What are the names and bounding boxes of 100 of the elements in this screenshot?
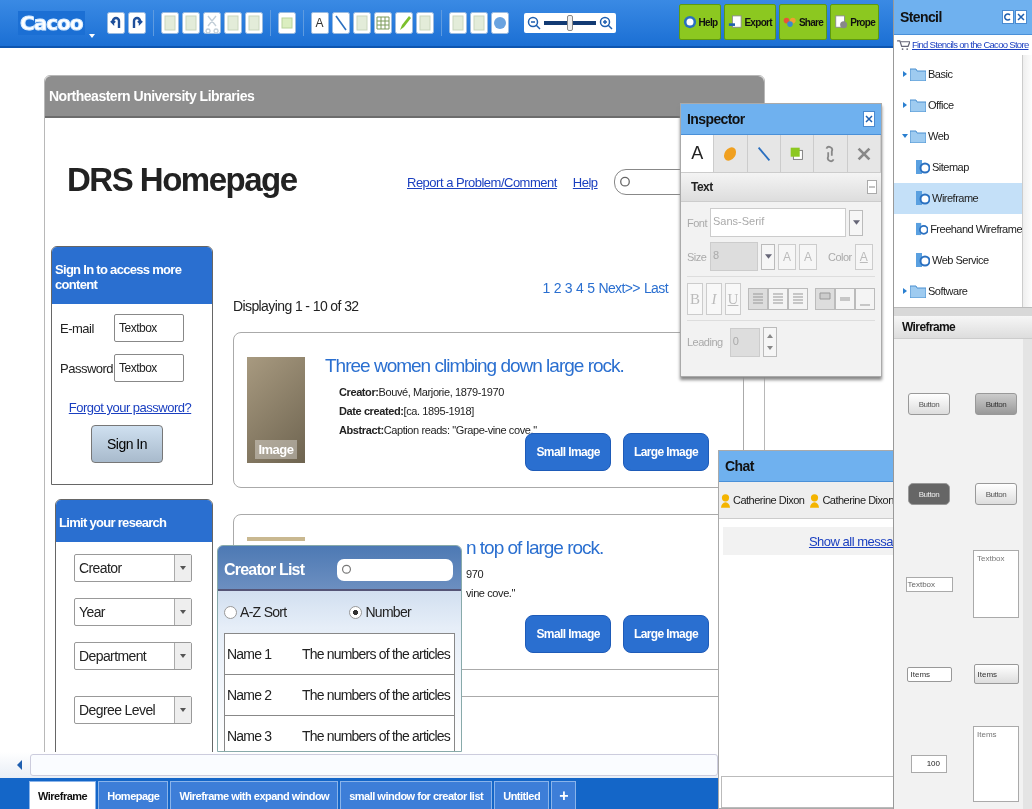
stencil-icon <box>916 191 930 205</box>
image-button[interactable]: Small Image <box>525 433 611 471</box>
forgot-password-link[interactable]: Forgot your password? <box>68 400 192 415</box>
button-shape[interactable]: Button <box>975 483 1017 505</box>
pencil-icon[interactable] <box>394 12 413 34</box>
dropdown-shape[interactable]: Items <box>973 664 1019 684</box>
page-tab[interactable]: Homepage <box>98 781 169 809</box>
page-tab[interactable]: small window for creator list <box>340 781 493 809</box>
shape-icon[interactable] <box>277 12 296 34</box>
refresh-icon[interactable] <box>1002 10 1014 24</box>
window-title: Creator List <box>224 561 305 579</box>
creator-name[interactable]: Name 2 <box>227 687 272 703</box>
dropdown-shape[interactable]: Items <box>906 666 952 682</box>
page-link[interactable]: Help <box>572 174 598 190</box>
zoom-thumb[interactable] <box>566 15 573 31</box>
pagination-link[interactable]: 4 <box>576 280 584 296</box>
search-field[interactable] <box>337 559 453 581</box>
tree-folder[interactable]: Office <box>894 89 1022 121</box>
zoom-in-icon[interactable] <box>598 16 613 30</box>
help-button[interactable]: Help <box>678 4 722 40</box>
spinner-icon[interactable] <box>762 327 777 357</box>
image-button[interactable]: Small Image <box>525 615 611 653</box>
stencil-item[interactable]: Freehand Wireframe <box>894 213 1022 245</box>
stencil-item[interactable]: Web Service <box>894 244 1022 276</box>
dropdown[interactable]: Year <box>74 598 192 626</box>
pagination-link[interactable]: 3 <box>564 280 572 296</box>
creator-name[interactable]: Name 3 <box>227 728 272 744</box>
pagination-link[interactable]: 5 <box>587 280 595 296</box>
page-tab[interactable]: Untitled <box>494 781 550 809</box>
expander-icon[interactable] <box>902 102 908 108</box>
button-shape[interactable]: Button <box>908 393 950 415</box>
sign-in-button[interactable]: Sign In <box>91 425 163 463</box>
expander-icon[interactable] <box>902 71 908 77</box>
page-tab[interactable]: Wireframe <box>29 781 97 809</box>
line-icon[interactable] <box>331 12 350 34</box>
spinner-shape[interactable]: 100 <box>911 755 947 773</box>
input-field[interactable]: Textbox <box>114 314 184 342</box>
caret-icon <box>852 220 860 225</box>
result-detail: Creator:Bouvé, Marjorie, 1879-1970 <box>339 386 505 398</box>
properties-button[interactable]: Prope <box>830 4 879 40</box>
zoom-slider[interactable] <box>523 13 616 33</box>
link-tab[interactable] <box>814 135 848 172</box>
stencil-item[interactable]: Sitemap <box>894 151 1022 183</box>
undo-icon[interactable] <box>106 12 125 34</box>
export-button[interactable]: Export <box>724 4 776 40</box>
creator-name[interactable]: Name 1 <box>227 646 272 662</box>
pagination-link[interactable]: 2 <box>553 280 561 296</box>
redo-icon[interactable] <box>127 12 146 34</box>
pagination-link[interactable]: 1 <box>542 280 550 296</box>
dropdown[interactable]: Degree Level <box>74 696 192 724</box>
dropdown-button[interactable] <box>849 209 863 236</box>
dropdown-button[interactable] <box>761 243 775 270</box>
page-title: DRS Homepage <box>67 161 298 199</box>
result-detail: 970 <box>466 568 485 580</box>
tree-folder[interactable]: Basic <box>894 58 1022 90</box>
collapse-icon[interactable] <box>867 180 877 194</box>
add-tab-button[interactable]: + <box>551 781 576 809</box>
close-icon[interactable] <box>1015 10 1027 24</box>
caret-icon <box>180 654 186 658</box>
close-icon[interactable] <box>863 111 875 127</box>
button-shape[interactable]: Button <box>975 393 1017 415</box>
stencil-icon <box>916 160 930 174</box>
sort-radio[interactable]: A-Z Sort <box>224 604 287 620</box>
textbox-shape[interactable]: Textbox <box>905 576 953 592</box>
caret-icon[interactable] <box>87 32 96 40</box>
image-button[interactable]: Large Image <box>622 433 709 471</box>
table-icon[interactable] <box>373 12 392 34</box>
splitter-handle[interactable] <box>894 306 1032 317</box>
export-icon <box>728 15 743 29</box>
page-link[interactable]: Report a Problem/Comment <box>407 174 557 190</box>
textarea-shape[interactable]: Textbox <box>973 550 1019 618</box>
sort-radio[interactable]: Number <box>349 604 411 620</box>
input-field[interactable]: Textbox <box>114 354 184 382</box>
page-tab[interactable]: Wireframe with expand window <box>170 781 339 809</box>
expander-icon[interactable] <box>902 288 908 294</box>
image-button[interactable]: Large Image <box>622 615 709 653</box>
tree-folder[interactable]: Web <box>894 120 1022 152</box>
share-button[interactable]: Share <box>778 4 828 40</box>
cut-icon[interactable] <box>202 12 221 34</box>
dropdown[interactable]: Department <box>74 642 192 670</box>
listbox-shape[interactable]: Items <box>973 726 1019 802</box>
caret-icon <box>180 566 186 570</box>
expander-icon[interactable] <box>902 133 908 139</box>
tree-folder[interactable]: Software <box>894 275 1022 307</box>
pagination-link[interactable]: Next>> <box>598 280 640 296</box>
text-tab[interactable]: A <box>681 135 715 172</box>
button-shape[interactable]: Button <box>908 483 950 505</box>
stencil-item[interactable]: Wireframe <box>894 182 1022 214</box>
message-field[interactable] <box>721 776 895 808</box>
app-logo[interactable]: Cacoo <box>18 11 85 35</box>
tools-tab[interactable] <box>847 135 881 172</box>
text-tool-button[interactable]: A <box>310 12 329 34</box>
vertical-scrollbar[interactable] <box>1022 54 1032 307</box>
horizontal-scrollbar[interactable] <box>0 752 718 778</box>
zoom-out-icon[interactable] <box>526 16 541 30</box>
pagination-link[interactable]: Last <box>643 280 668 296</box>
scroll-left-icon[interactable] <box>16 760 24 770</box>
folder-label: Web <box>928 130 949 142</box>
line-tab[interactable] <box>747 135 781 172</box>
dropdown[interactable]: Creator <box>74 554 192 582</box>
